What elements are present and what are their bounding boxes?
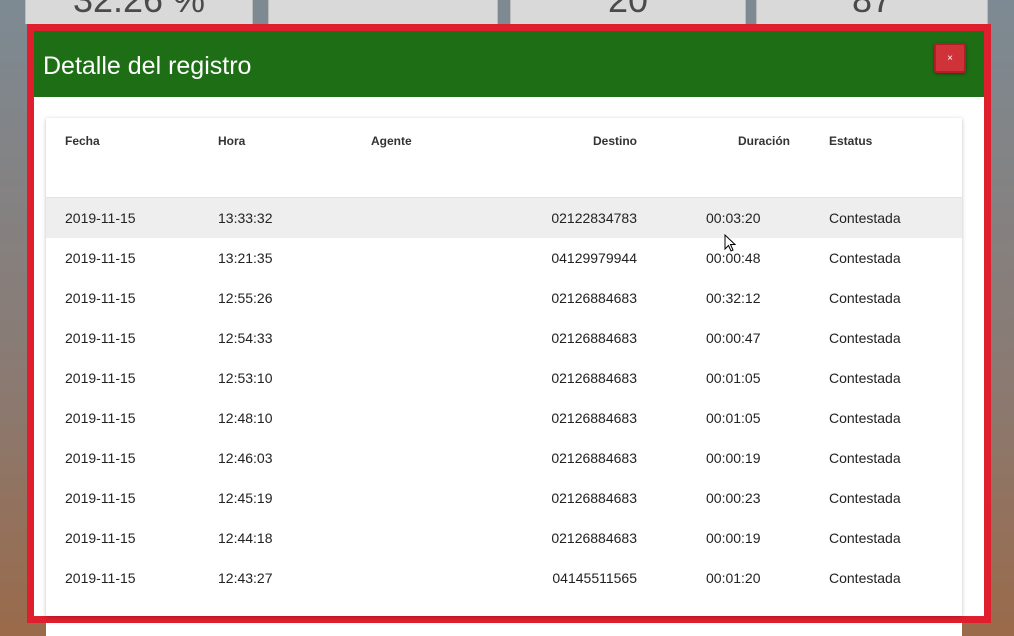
calls-table: Fecha Hora Agente Destino Duración Estat… [46, 118, 962, 616]
cell-destino: 04129979944 [551, 250, 637, 266]
cell-estatus: Contestada [829, 410, 901, 426]
header-estatus[interactable]: Estatus [829, 134, 872, 148]
cell-duracion: 00:01:20 [706, 570, 761, 586]
cell-destino: 02126884683 [551, 410, 637, 426]
cell-estatus: Contestada [829, 250, 901, 266]
cell-hora: 12:45:19 [218, 490, 273, 506]
cell-estatus: Contestada [829, 570, 901, 586]
cell-hora: 12:54:33 [218, 330, 273, 346]
stat-card-value: 32.26 % [73, 0, 205, 20]
cell-hora: 12:53:10 [218, 370, 273, 386]
stat-card-value: 87 [852, 0, 892, 20]
cell-fecha: 2019-11-15 [65, 330, 136, 346]
cell-duracion: 00:00:19 [706, 450, 761, 466]
cell-duracion: 00:01:05 [706, 410, 761, 426]
table-row[interactable]: 2019-11-15 13:33:32 02122834783 00:03:20… [46, 198, 962, 238]
table-row[interactable]: 2019-11-15 12:55:26 02126884683 00:32:12… [46, 278, 962, 318]
cell-hora: 13:33:32 [218, 210, 273, 226]
cell-estatus: Contestada [829, 530, 901, 546]
table-row[interactable]: 2019-11-15 12:45:19 02126884683 00:00:23… [46, 478, 962, 518]
modal-body: Fecha Hora Agente Destino Duración Estat… [34, 97, 984, 616]
close-button[interactable]: × [934, 43, 966, 73]
stat-card-3: 20 [510, 0, 746, 24]
table-row[interactable]: 2019-11-15 12:53:10 02126884683 00:01:05… [46, 358, 962, 398]
stat-card-2 [268, 0, 498, 24]
cell-hora: 12:43:27 [218, 570, 273, 586]
cell-estatus: Contestada [829, 210, 901, 226]
cell-duracion: 00:03:20 [706, 210, 761, 226]
stat-card-1: 32.26 % [25, 0, 253, 24]
cell-fecha: 2019-11-15 [65, 370, 136, 386]
cell-fecha: 2019-11-15 [65, 530, 136, 546]
cell-destino: 02126884683 [551, 490, 637, 506]
cell-fecha: 2019-11-15 [65, 290, 136, 306]
modal-title: Detalle del registro [43, 52, 252, 80]
cell-destino: 02126884683 [551, 530, 637, 546]
header-destino[interactable]: Destino [593, 134, 637, 148]
cell-destino: 02126884683 [551, 330, 637, 346]
table-row[interactable]: 2019-11-15 12:54:33 02126884683 00:00:47… [46, 318, 962, 358]
header-agente[interactable]: Agente [371, 134, 412, 148]
cell-hora: 12:48:10 [218, 410, 273, 426]
cell-estatus: Contestada [829, 490, 901, 506]
cell-destino: 02126884683 [551, 370, 637, 386]
cell-estatus: Contestada [829, 330, 901, 346]
cell-duracion: 00:32:12 [706, 290, 761, 306]
table-row[interactable]: 2019-11-15 12:43:27 04145511565 00:01:20… [46, 558, 962, 598]
cell-hora: 12:46:03 [218, 450, 273, 466]
cell-estatus: Contestada [829, 370, 901, 386]
table-row[interactable]: 2019-11-15 12:44:18 02126884683 00:00:19… [46, 518, 962, 558]
cell-hora: 12:55:26 [218, 290, 273, 306]
modal-dialog: Detalle del registro × Fecha Hora Agente… [27, 24, 991, 623]
cell-destino: 04145511565 [552, 570, 637, 586]
cell-hora: 12:44:18 [218, 530, 273, 546]
table-row[interactable]: 2019-11-15 13:21:35 04129979944 00:00:48… [46, 238, 962, 278]
cell-fecha: 2019-11-15 [65, 570, 136, 586]
table-header: Fecha Hora Agente Destino Duración Estat… [46, 118, 962, 198]
cell-fecha: 2019-11-15 [65, 490, 136, 506]
cell-duracion: 00:00:47 [706, 330, 761, 346]
cell-fecha: 2019-11-15 [65, 210, 136, 226]
cell-estatus: Contestada [829, 290, 901, 306]
cell-fecha: 2019-11-15 [65, 410, 136, 426]
stat-card-value: 20 [608, 0, 648, 20]
cell-destino: 02126884683 [551, 290, 637, 306]
modal-header: Detalle del registro × [34, 31, 984, 97]
cell-duracion: 00:01:05 [706, 370, 761, 386]
cell-destino: 02122834783 [551, 210, 637, 226]
cell-duracion: 00:00:19 [706, 530, 761, 546]
header-fecha[interactable]: Fecha [65, 134, 100, 148]
cell-hora: 13:21:35 [218, 250, 273, 266]
cell-destino: 02126884683 [551, 450, 637, 466]
cell-duracion: 00:00:23 [706, 490, 761, 506]
mouse-cursor-icon [724, 234, 737, 252]
table-row[interactable]: 2019-11-15 12:46:03 02126884683 00:00:19… [46, 438, 962, 478]
cell-fecha: 2019-11-15 [65, 450, 136, 466]
cell-estatus: Contestada [829, 450, 901, 466]
header-hora[interactable]: Hora [218, 134, 245, 148]
stat-card-4: 87 [756, 0, 988, 24]
table-row[interactable]: 2019-11-15 12:48:10 02126884683 00:01:05… [46, 398, 962, 438]
cell-fecha: 2019-11-15 [65, 250, 136, 266]
header-duracion[interactable]: Duración [738, 134, 790, 148]
